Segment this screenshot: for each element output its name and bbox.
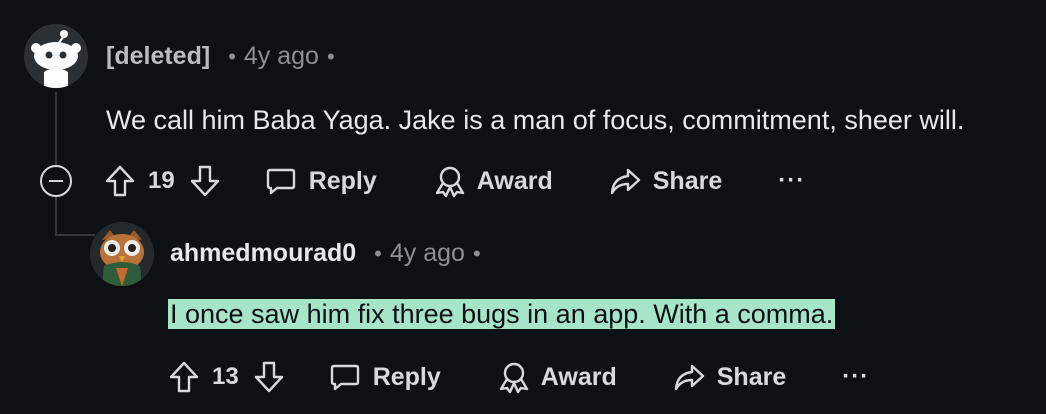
reply-label: Reply <box>372 362 441 391</box>
share-arrow-icon <box>610 168 640 195</box>
upvote-arrow-icon <box>105 165 135 197</box>
deleted-user-avatar[interactable] <box>24 24 88 88</box>
ahmedmourad0-avatar[interactable] <box>90 222 154 286</box>
upvote-button[interactable] <box>104 164 136 198</box>
reply-button[interactable]: Reply <box>265 165 377 197</box>
comment-author[interactable]: ahmedmourad0 <box>170 239 356 268</box>
comment-meta: [deleted] • 4y ago • <box>106 42 343 71</box>
meta-separator: • <box>228 43 236 69</box>
highlighted-text: I once saw him fix three bugs in an app.… <box>168 299 836 329</box>
downvote-arrow-icon <box>254 361 283 393</box>
vote-score: 19 <box>148 167 175 194</box>
comment-author[interactable]: [deleted] <box>106 42 210 71</box>
comment-body: I once saw him fix three bugs in an app.… <box>168 299 836 330</box>
collapse-thread-button[interactable] <box>40 165 72 197</box>
downvote-arrow-icon <box>190 165 219 197</box>
thread-line-reply-connector <box>57 234 95 236</box>
more-options-button[interactable]: ··· <box>778 167 805 195</box>
minus-icon <box>49 180 63 182</box>
thread-line-parent <box>55 92 57 166</box>
reply-label: Reply <box>308 166 377 195</box>
chat-bubble-icon <box>330 364 359 391</box>
award-button[interactable]: Award <box>433 164 553 198</box>
thread-line-parent-lower <box>55 196 57 236</box>
comment-timestamp[interactable]: 4y ago <box>390 239 465 268</box>
award-label: Award <box>476 166 553 195</box>
comment-meta: ahmedmourad0 • 4y ago • <box>170 239 489 268</box>
award-button[interactable]: Award <box>497 360 617 394</box>
share-button[interactable]: Share <box>609 166 722 196</box>
meta-separator: • <box>374 240 382 266</box>
award-ribbon-icon <box>499 362 528 394</box>
share-button[interactable]: Share <box>673 362 786 392</box>
comment-actions: 19 Reply Award Share ··· <box>104 161 805 201</box>
downvote-button[interactable] <box>253 360 285 394</box>
reply-button[interactable]: Reply <box>329 361 441 393</box>
meta-separator: • <box>326 43 335 69</box>
chat-bubble-icon <box>266 168 295 195</box>
snoo-deleted-avatar-icon <box>24 24 88 88</box>
comment-actions: 13 Reply Award Share ··· <box>168 357 869 397</box>
vote-score: 13 <box>212 363 239 390</box>
more-options-button[interactable]: ··· <box>842 363 869 391</box>
share-label: Share <box>716 362 787 391</box>
award-label: Award <box>540 362 617 391</box>
upvote-button[interactable] <box>168 360 200 394</box>
share-label: Share <box>652 166 723 195</box>
meta-separator: • <box>472 240 481 266</box>
share-arrow-icon <box>674 364 704 391</box>
owl-avatar-icon <box>90 222 154 286</box>
downvote-button[interactable] <box>189 164 221 198</box>
comment-timestamp[interactable]: 4y ago <box>244 42 319 71</box>
upvote-arrow-icon <box>169 361 199 393</box>
comment-body: We call him Baba Yaga. Jake is a man of … <box>106 105 965 135</box>
award-ribbon-icon <box>435 166 464 198</box>
